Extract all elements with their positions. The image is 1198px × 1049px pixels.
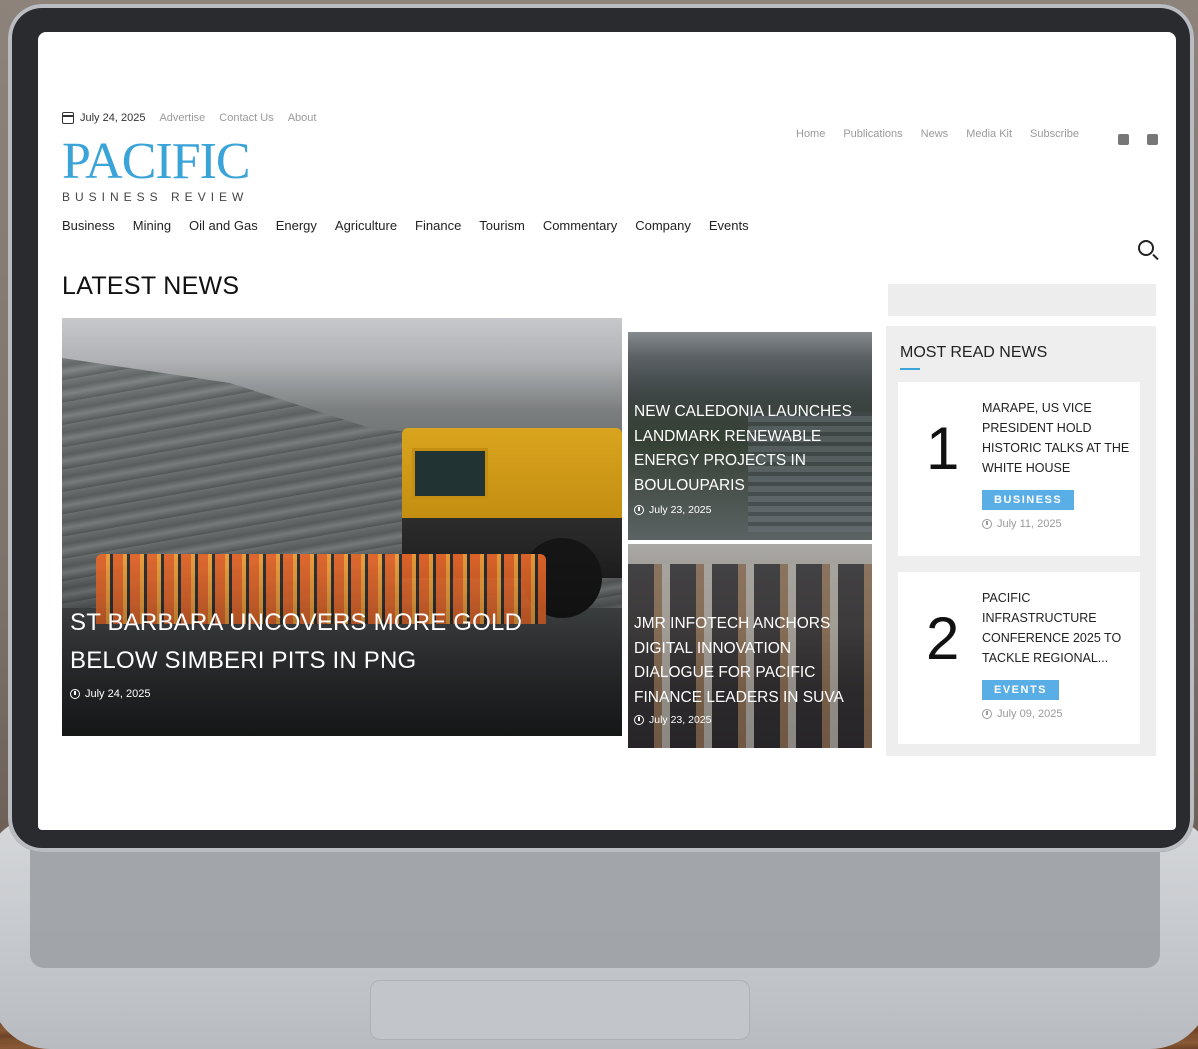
category-tourism[interactable]: Tourism	[479, 218, 525, 233]
most-read-heading: MOST READ NEWS	[900, 344, 1048, 361]
most-read-widget: MOST READ NEWS 1 MARAPE, US VICE PRESIDE…	[886, 326, 1156, 756]
category-badge[interactable]: BUSINESS	[982, 490, 1075, 510]
search-icon[interactable]	[1138, 240, 1154, 256]
about-link[interactable]: About	[288, 112, 317, 124]
nav-publications[interactable]: Publications	[843, 128, 902, 140]
category-agriculture[interactable]: Agriculture	[335, 218, 397, 233]
laptop-base	[0, 820, 1198, 1049]
category-finance[interactable]: Finance	[415, 218, 461, 233]
browser-viewport: July 24, 2025 Advertise Contact Us About…	[38, 32, 1176, 830]
category-oil-and-gas[interactable]: Oil and Gas	[189, 218, 258, 233]
contact-us-link[interactable]: Contact Us	[219, 112, 273, 124]
top-bar: July 24, 2025 Advertise Contact Us About	[62, 112, 316, 124]
logo-wordmark: PACIFIC	[62, 133, 251, 190]
category-energy[interactable]: Energy	[276, 218, 317, 233]
hero-date: July 24, 2025	[70, 688, 150, 700]
category-events[interactable]: Events	[709, 218, 749, 233]
hero-date-text: July 24, 2025	[85, 688, 151, 700]
most-read-title[interactable]: PACIFIC INFRASTRUCTURE CONFERENCE 2025 T…	[982, 588, 1132, 668]
category-badge[interactable]: EVENTS	[982, 680, 1060, 700]
social-links	[1118, 134, 1158, 145]
hero-title[interactable]: ST BARBARA UNCOVERS MORE GOLD BELOW SIMB…	[70, 604, 590, 680]
laptop-trackpad	[370, 980, 750, 1040]
nav-home[interactable]: Home	[796, 128, 825, 140]
side-story-date-text: July 23, 2025	[649, 714, 712, 726]
site-logo[interactable]: PACIFIC BUSINESS REVIEW	[62, 133, 251, 205]
logo-tagline: BUSINESS REVIEW	[62, 190, 249, 204]
category-company[interactable]: Company	[635, 218, 691, 233]
most-read-rank: 2	[926, 605, 960, 672]
side-story-date: July 23, 2025	[634, 714, 711, 726]
nav-media-kit[interactable]: Media Kit	[966, 128, 1012, 140]
side-story-date: July 23, 2025	[634, 504, 711, 516]
category-business[interactable]: Business	[62, 218, 115, 233]
main-nav: Home Publications News Media Kit Subscri…	[796, 128, 1079, 140]
category-mining[interactable]: Mining	[133, 218, 171, 233]
most-read-item[interactable]: 2 PACIFIC INFRASTRUCTURE CONFERENCE 2025…	[898, 572, 1140, 744]
most-read-title[interactable]: MARAPE, US VICE PRESIDENT HOLD HISTORIC …	[982, 398, 1132, 478]
clock-icon	[982, 519, 992, 529]
most-read-date: July 11, 2025	[982, 518, 1062, 530]
laptop-keyboard	[30, 838, 1160, 968]
side-story-title[interactable]: JMR INFOTECH ANCHORS DIGITAL INNOVATION …	[634, 612, 866, 710]
clock-icon	[634, 505, 644, 515]
nav-news[interactable]: News	[921, 128, 949, 140]
most-read-item[interactable]: 1 MARAPE, US VICE PRESIDENT HOLD HISTORI…	[898, 382, 1140, 556]
most-read-rank: 1	[926, 415, 960, 482]
clock-icon	[982, 709, 992, 719]
side-story-1[interactable]: NEW CALEDONIA LAUNCHES LANDMARK RENEWABL…	[628, 332, 872, 540]
clock-icon	[634, 715, 644, 725]
current-date: July 24, 2025	[62, 112, 145, 124]
linkedin-icon[interactable]	[1147, 134, 1158, 145]
most-read-date-text: July 11, 2025	[997, 518, 1062, 530]
ad-placeholder	[888, 284, 1156, 316]
advertise-link[interactable]: Advertise	[159, 112, 205, 124]
most-read-date: July 09, 2025	[982, 708, 1062, 720]
calendar-icon	[62, 112, 74, 124]
laptop-bezel: July 24, 2025 Advertise Contact Us About…	[8, 4, 1194, 852]
clock-icon	[70, 689, 80, 699]
facebook-icon[interactable]	[1118, 134, 1129, 145]
nav-subscribe[interactable]: Subscribe	[1030, 128, 1079, 140]
hero-story[interactable]: ST BARBARA UNCOVERS MORE GOLD BELOW SIMB…	[62, 318, 622, 736]
side-story-2[interactable]: JMR INFOTECH ANCHORS DIGITAL INNOVATION …	[628, 544, 872, 748]
heading-underline	[900, 368, 920, 370]
category-nav: Business Mining Oil and Gas Energy Agric…	[62, 218, 749, 233]
side-story-date-text: July 23, 2025	[649, 504, 712, 516]
category-commentary[interactable]: Commentary	[543, 218, 617, 233]
side-story-title[interactable]: NEW CALEDONIA LAUNCHES LANDMARK RENEWABL…	[634, 400, 866, 498]
most-read-date-text: July 09, 2025	[997, 708, 1063, 720]
current-date-text: July 24, 2025	[80, 112, 146, 124]
section-title: LATEST NEWS	[62, 272, 240, 300]
